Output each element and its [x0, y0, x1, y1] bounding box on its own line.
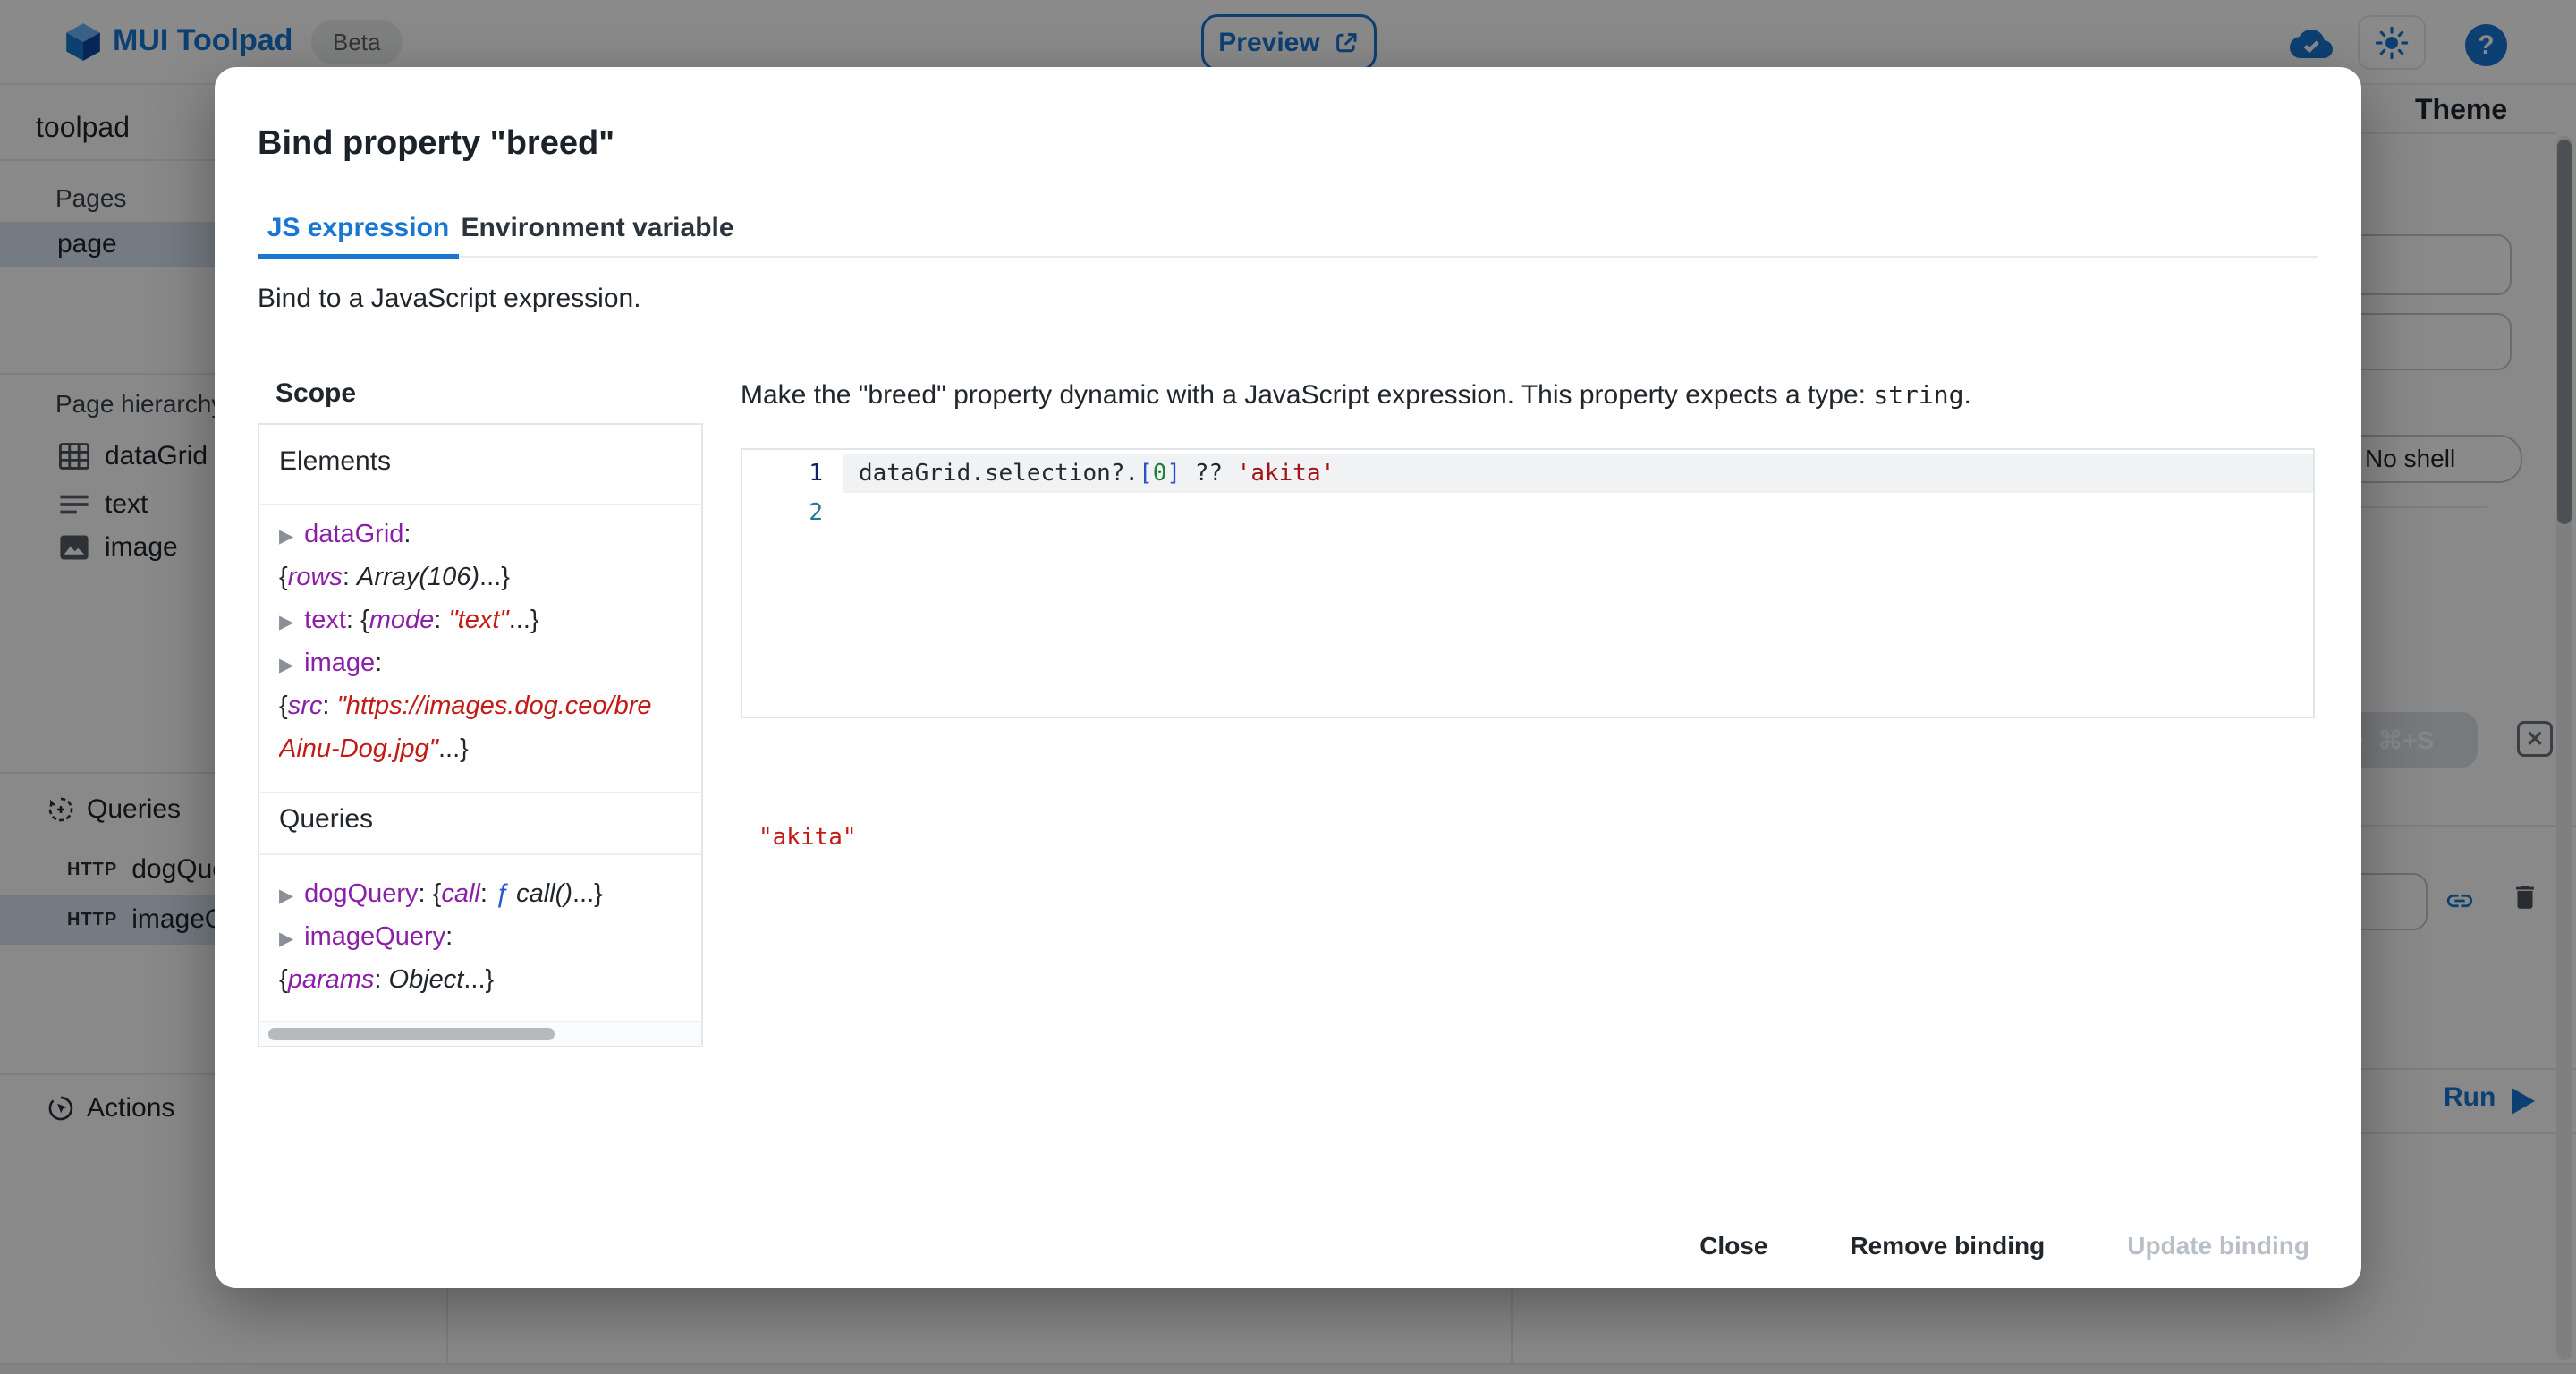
- active-tab-indicator: [258, 254, 459, 259]
- remove-binding-button[interactable]: Remove binding: [1837, 1223, 2057, 1269]
- scope-label: Scope: [275, 378, 356, 409]
- divider: [259, 504, 701, 505]
- scope-tree-row[interactable]: ▶dataGrid:: [279, 513, 703, 556]
- close-button[interactable]: Close: [1687, 1223, 1780, 1269]
- tabs-divider: [258, 256, 2318, 258]
- line-number: 2: [742, 499, 823, 526]
- divider: [259, 853, 701, 855]
- scope-tree-row[interactable]: ▶text: {mode: "text"...}: [279, 598, 703, 641]
- scope-tree-row: Ainu-Dog.jpg"...}: [279, 727, 703, 770]
- tab-js-expression[interactable]: JS expression: [258, 203, 459, 253]
- elements-header: Elements: [279, 446, 391, 477]
- line-number: 1: [742, 460, 823, 487]
- editor-hint: Make the "breed" property dynamic with a…: [741, 380, 2324, 411]
- scope-scrollbar-thumb[interactable]: [268, 1028, 555, 1040]
- queries-header: Queries: [279, 804, 373, 835]
- scope-tree-row[interactable]: ▶imageQuery:: [279, 915, 703, 958]
- dialog-title: Bind property "breed": [258, 124, 614, 163]
- tab-environment-variable[interactable]: Environment variable: [459, 203, 736, 253]
- expected-type: string: [1873, 380, 1963, 410]
- expression-result: "akita": [758, 824, 857, 851]
- scope-tree-row[interactable]: ▶dogQuery: {call: ƒ call()...}: [279, 872, 703, 915]
- bind-property-dialog: Bind property "breed" JS expression Envi…: [215, 67, 2361, 1288]
- scope-tree-row: {params: Object...}: [279, 958, 703, 1001]
- code-line[interactable]: dataGrid.selection?.[0] ?? 'akita': [859, 460, 1335, 487]
- scope-panel: Elements ▶dataGrid: {rows: Array(106)...…: [258, 423, 703, 1047]
- scope-tree-row: {rows: Array(106)...}: [279, 556, 703, 598]
- update-binding-button[interactable]: Update binding: [2114, 1223, 2322, 1269]
- dialog-description: Bind to a JavaScript expression.: [258, 284, 641, 314]
- scope-tree-row[interactable]: ▶image:: [279, 641, 703, 684]
- code-editor[interactable]: 1 2 dataGrid.selection?.[0] ?? 'akita': [741, 448, 2315, 718]
- scope-tree-row: {src: "https://images.dog.ceo/bre: [279, 684, 703, 727]
- divider: [259, 792, 701, 793]
- dialog-actions: Close Remove binding Update binding: [1687, 1223, 2322, 1269]
